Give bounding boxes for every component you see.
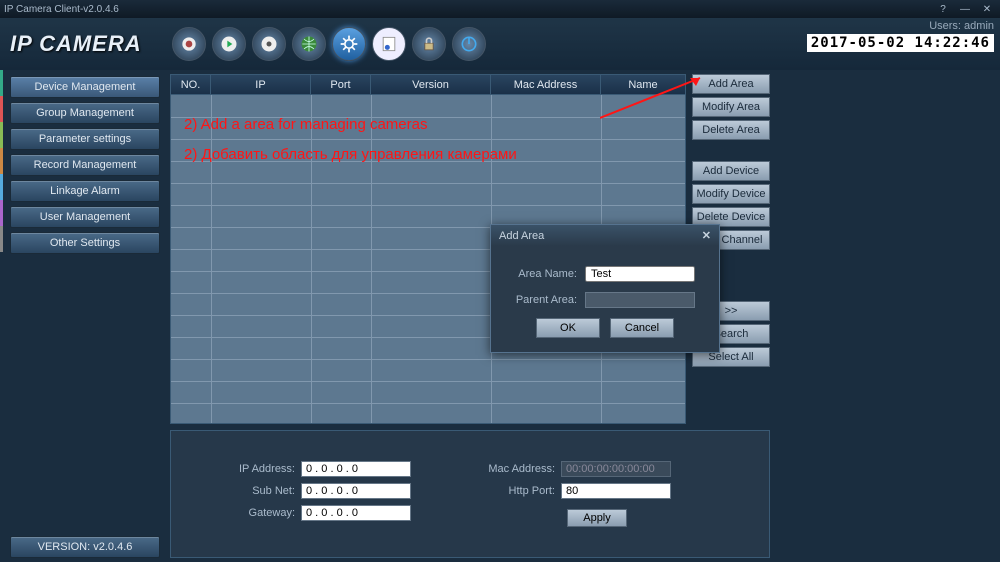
help-icon[interactable]: ? bbox=[934, 3, 952, 15]
modify-area-button[interactable]: Modify Area bbox=[692, 97, 770, 117]
parent-area-input bbox=[585, 292, 695, 308]
play-icon[interactable] bbox=[212, 27, 246, 61]
add-area-button[interactable]: Add Area bbox=[692, 74, 770, 94]
mac-input bbox=[561, 461, 671, 477]
delete-area-button[interactable]: Delete Area bbox=[692, 120, 770, 140]
app-logo: IP CAMERA bbox=[10, 31, 142, 57]
version-label: VERSION: v2.0.4.6 bbox=[10, 536, 160, 558]
area-name-label: Area Name: bbox=[505, 268, 585, 280]
log-icon[interactable] bbox=[372, 27, 406, 61]
http-input[interactable] bbox=[561, 483, 671, 499]
add-device-button[interactable]: Add Device bbox=[692, 161, 770, 181]
sidebar-item-record-mgmt[interactable]: Record Management bbox=[10, 154, 160, 176]
sidebar-item-other-settings[interactable]: Other Settings bbox=[10, 232, 160, 254]
sidebar-item-device-mgmt[interactable]: Device Management bbox=[10, 76, 160, 98]
add-area-dialog: Add Area ✕ Area Name: Parent Area: OK Can… bbox=[490, 224, 720, 353]
dialog-close-icon[interactable]: ✕ bbox=[702, 229, 711, 242]
grid-header: NO. IP Port Version Mac Address Name bbox=[171, 75, 685, 95]
sidebar-item-group-mgmt[interactable]: Group Management bbox=[10, 102, 160, 124]
record-icon[interactable] bbox=[252, 27, 286, 61]
col-mac[interactable]: Mac Address bbox=[491, 75, 601, 94]
power-icon[interactable] bbox=[452, 27, 486, 61]
col-name[interactable]: Name bbox=[601, 75, 685, 94]
ip-input[interactable] bbox=[301, 461, 411, 477]
app-title: IP Camera Client-v2.0.4.6 bbox=[4, 4, 119, 15]
subnet-input[interactable] bbox=[301, 483, 411, 499]
col-port[interactable]: Port bbox=[311, 75, 371, 94]
ip-label: IP Address: bbox=[211, 463, 301, 475]
gateway-input[interactable] bbox=[301, 505, 411, 521]
gateway-label: Gateway: bbox=[211, 507, 301, 519]
apply-button[interactable]: Apply bbox=[567, 509, 627, 527]
globe-icon[interactable] bbox=[292, 27, 326, 61]
col-no[interactable]: NO. bbox=[171, 75, 211, 94]
sidebar-item-param-settings[interactable]: Parameter settings bbox=[10, 128, 160, 150]
minimize-icon[interactable]: — bbox=[956, 3, 974, 15]
users-label: Users: admin bbox=[807, 20, 994, 32]
settings-icon[interactable] bbox=[332, 27, 366, 61]
sidebar: Device Management Group Management Param… bbox=[0, 70, 170, 562]
subnet-label: Sub Net: bbox=[211, 485, 301, 497]
camera-icon[interactable] bbox=[172, 27, 206, 61]
dialog-cancel-button[interactable]: Cancel bbox=[610, 318, 674, 338]
dialog-ok-button[interactable]: OK bbox=[536, 318, 600, 338]
modify-device-button[interactable]: Modify Device bbox=[692, 184, 770, 204]
lock-icon[interactable] bbox=[412, 27, 446, 61]
dialog-title: Add Area bbox=[499, 230, 544, 242]
datetime: 2017-05-02 14:22:46 bbox=[807, 34, 994, 52]
sidebar-item-linkage-alarm[interactable]: Linkage Alarm bbox=[10, 180, 160, 202]
bottom-panel: IP Address: Sub Net: Gateway: Mac Addres… bbox=[170, 430, 770, 558]
right-pane bbox=[780, 70, 1000, 562]
sidebar-item-user-mgmt[interactable]: User Management bbox=[10, 206, 160, 228]
http-label: Http Port: bbox=[471, 485, 561, 497]
area-name-input[interactable] bbox=[585, 266, 695, 282]
header: IP CAMERA Users: admin 2017-05-02 14:22:… bbox=[0, 18, 1000, 70]
titlebar: IP Camera Client-v2.0.4.6 ? — ✕ bbox=[0, 0, 1000, 18]
mac-label: Mac Address: bbox=[471, 463, 561, 475]
col-version[interactable]: Version bbox=[371, 75, 491, 94]
parent-area-label: Parent Area: bbox=[505, 294, 585, 306]
col-ip[interactable]: IP bbox=[211, 75, 311, 94]
close-icon[interactable]: ✕ bbox=[978, 3, 996, 15]
